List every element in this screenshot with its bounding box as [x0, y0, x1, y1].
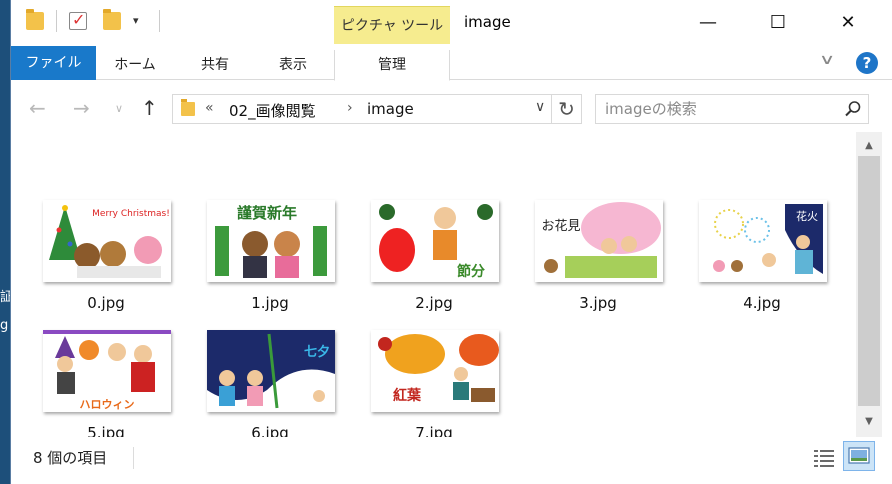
close-button[interactable]: ✕ [813, 0, 883, 44]
image-thumbnail: 節分 [371, 200, 499, 282]
breadcrumb-separator-icon[interactable]: › [347, 100, 353, 116]
new-folder-icon[interactable] [103, 9, 121, 30]
folder-icon [181, 99, 195, 116]
search-input[interactable] [596, 95, 836, 123]
file-name[interactable]: 1.jpg [195, 294, 345, 312]
file-name[interactable]: 5.jpg [31, 424, 181, 437]
picture-tools-group: ピクチャ ツール [334, 6, 450, 44]
image-thumbnail: ハロウィン [43, 330, 171, 412]
file-name[interactable]: 2.jpg [359, 294, 509, 312]
desktop-text-fragment: g [0, 318, 9, 333]
thumbnail-caption: ハロウィン [80, 398, 135, 411]
thumbnail-caption: Merry Christmas! [92, 209, 170, 219]
folder-icon [26, 9, 44, 30]
thumbnail-caption: 紅葉 [393, 387, 422, 404]
title-bar: ▾ ピクチャ ツール image — ☐ ✕ [11, 0, 892, 44]
search-box[interactable] [595, 94, 869, 124]
scroll-down-arrow-icon[interactable]: ▼ [856, 412, 882, 432]
customize-quick-access-dropdown[interactable]: ▾ [133, 14, 139, 27]
divider [133, 447, 134, 469]
image-thumbnail: 謹賀新年 [207, 200, 335, 282]
close-icon: ✕ [840, 11, 856, 33]
address-dropdown-chevron-icon[interactable]: ∨ [535, 99, 545, 115]
file-list-view[interactable]: Merry Christmas! 0.jpg 謹賀新年 1.jpg 節分 2.j… [11, 132, 856, 437]
expand-ribbon-chevron-icon[interactable]: ∨ [819, 52, 835, 68]
file-name[interactable]: 4.jpg [687, 294, 837, 312]
thumbnail-caption: お花見 [541, 218, 580, 234]
refresh-button[interactable]: ↻ [552, 94, 582, 124]
tab-share[interactable]: 共有 [183, 50, 247, 80]
breadcrumb-segment[interactable]: 02_画像閲覧 [229, 100, 316, 121]
thumbnail-caption: 節分 [457, 263, 485, 280]
file-name[interactable]: 0.jpg [31, 294, 181, 312]
ribbon-tab-bar: ファイル ホーム 共有 表示 管理 ∨ ? [11, 44, 892, 81]
image-thumbnail: 七夕 [207, 330, 335, 412]
recent-locations-chevron-icon[interactable]: ∨ [115, 102, 123, 115]
image-thumbnail: 花火 [699, 200, 827, 282]
minimize-icon: — [699, 11, 717, 33]
minimize-button[interactable]: — [673, 0, 743, 44]
properties-icon[interactable] [69, 10, 87, 30]
up-arrow-icon[interactable]: ↑ [141, 96, 158, 120]
picture-tools-label: ピクチャ ツール [340, 18, 444, 34]
maximize-icon: ☐ [769, 11, 787, 33]
address-overflow-chevron-icon[interactable]: « [205, 100, 214, 116]
item-count: 8 個の項目 [33, 449, 108, 467]
tab-file[interactable]: ファイル [11, 46, 96, 80]
file-name[interactable]: 6.jpg [195, 424, 345, 437]
divider [159, 10, 160, 32]
thumbnail-caption: 花火 [796, 210, 818, 223]
status-bar: 8 個の項目 [11, 437, 892, 484]
navigation-bar: ← → ∨ ↑ « 02_画像閲覧 › image ∨ ↻ [11, 84, 892, 132]
file-name[interactable]: 3.jpg [523, 294, 673, 312]
details-view-icon[interactable] [811, 445, 837, 471]
image-thumbnail: お花見 [535, 200, 663, 282]
explorer-window: ▾ ピクチャ ツール image — ☐ ✕ ファイル ホーム 共有 表示 管理… [10, 0, 892, 484]
large-icons-view-icon [848, 447, 870, 464]
scroll-up-arrow-icon[interactable]: ▲ [856, 136, 882, 156]
file-name[interactable]: 7.jpg [359, 424, 509, 437]
help-icon[interactable]: ? [856, 52, 878, 74]
back-arrow-icon[interactable]: ← [29, 96, 46, 120]
large-icons-view-button[interactable] [843, 441, 875, 471]
maximize-button[interactable]: ☐ [743, 0, 813, 44]
image-thumbnail: Merry Christmas! [43, 200, 171, 282]
divider [56, 10, 57, 32]
forward-arrow-icon[interactable]: → [73, 96, 90, 120]
window-title: image [464, 13, 511, 31]
tab-view[interactable]: 表示 [261, 50, 325, 80]
tab-manage[interactable]: 管理 [334, 50, 450, 81]
image-thumbnail: 紅葉 [371, 330, 499, 412]
address-bar[interactable]: « 02_画像閲覧 › image ∨ [172, 94, 552, 124]
refresh-icon: ↻ [558, 97, 575, 121]
search-icon[interactable] [844, 100, 862, 118]
thumbnail-caption: 謹賀新年 [237, 204, 297, 222]
tab-home[interactable]: ホーム [103, 50, 167, 80]
scrollbar-thumb[interactable] [858, 156, 880, 406]
vertical-scrollbar[interactable]: ▲ ▼ [856, 132, 882, 437]
breadcrumb-segment[interactable]: image [367, 100, 414, 118]
thumbnail-caption: 七夕 [304, 344, 330, 360]
